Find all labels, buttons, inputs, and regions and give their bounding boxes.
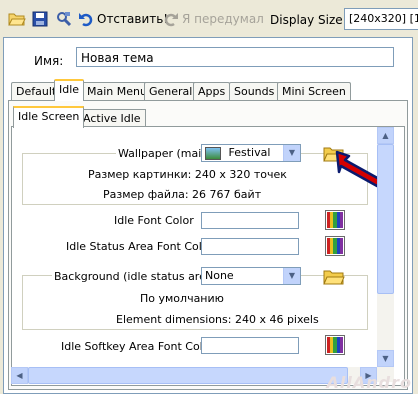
save-disk-icon	[32, 11, 48, 27]
tab-idle[interactable]: Idle	[54, 79, 85, 101]
undo-arrow-icon	[79, 13, 93, 27]
wallpaper-select[interactable]: Festival ▼	[201, 144, 301, 162]
background-select[interactable]: None ▼	[201, 267, 301, 285]
tab-general[interactable]: General	[144, 82, 198, 100]
subtab-active-idle[interactable]: Active Idle	[78, 109, 146, 127]
undo-button[interactable]: Отставить!	[78, 8, 168, 30]
wallpaper-size-text: Размер картинки: 240 x 320 точек	[88, 168, 287, 181]
tab-mini-screen[interactable]: Mini Screen	[277, 82, 351, 100]
wallpaper-filesize-text: Размер файла: 26 767 байт	[103, 188, 262, 201]
undo-label: Отставить!	[97, 12, 169, 26]
chevron-down-icon[interactable]: ▼	[283, 145, 300, 161]
idle-softkey-palette-button[interactable]	[325, 335, 345, 355]
save-button[interactable]	[32, 8, 48, 30]
name-label: Имя:	[34, 54, 64, 68]
open-folder-icon	[8, 13, 26, 26]
display-size-select[interactable]: [240x320] [12	[344, 8, 418, 30]
watermark-logo: AllAndro	[326, 373, 412, 392]
background-dimensions-text: Element dimensions: 240 x 46 pixels	[116, 313, 319, 326]
idle-softkey-color-field[interactable]	[201, 337, 299, 354]
idle-status-color-field[interactable]	[201, 238, 299, 255]
idle-font-palette-button[interactable]	[325, 210, 345, 230]
background-default-text: По умолчанию	[140, 292, 224, 305]
background-label: Background (idle status area)	[52, 270, 219, 283]
redo-label: Я передумал	[182, 12, 264, 26]
idle-font-color-label: Idle Font Color	[114, 214, 194, 227]
scroll-left-button[interactable]: ◀	[11, 367, 28, 384]
chevron-down-icon[interactable]: ▼	[283, 268, 300, 284]
tab-main-menu[interactable]: Main Menu	[82, 82, 152, 100]
folder-icon	[323, 270, 345, 285]
subtab-idle-screen[interactable]: Idle Screen	[13, 106, 85, 128]
scroll-up-button[interactable]: ▲	[377, 127, 394, 144]
idle-font-color-field[interactable]	[201, 212, 299, 229]
wallpaper-selected: Festival	[228, 146, 271, 159]
theme-name-input[interactable]: Новая тема	[76, 47, 394, 67]
horizontal-scroll-thumb[interactable]	[28, 367, 348, 384]
tools-button[interactable]	[56, 8, 72, 30]
idle-status-color-label: Idle Status Area Font Color	[66, 240, 214, 253]
wallpaper-label: Wallpaper (main)	[116, 147, 215, 160]
redo-arrow-icon	[164, 13, 178, 27]
idle-status-palette-button[interactable]	[325, 236, 345, 256]
scroll-down-button[interactable]: ▼	[377, 350, 394, 367]
wallpaper-thumbnail-icon	[205, 146, 221, 160]
background-selected: None	[205, 269, 234, 282]
vertical-scroll-thumb[interactable]	[377, 144, 394, 294]
tab-apps[interactable]: Apps	[193, 82, 231, 100]
background-browse-button[interactable]	[323, 268, 345, 286]
tab-sounds[interactable]: Sounds	[229, 82, 280, 100]
idle-softkey-color-label: Idle Softkey Area Font Color	[61, 340, 214, 353]
redo-button[interactable]: Я передумал	[163, 8, 264, 30]
open-button[interactable]	[8, 8, 26, 30]
toolbar: Отставить! Я передумал Display Size: [24…	[0, 0, 418, 36]
tools-icon	[57, 12, 72, 27]
display-size-label: Display Size:	[270, 13, 347, 27]
